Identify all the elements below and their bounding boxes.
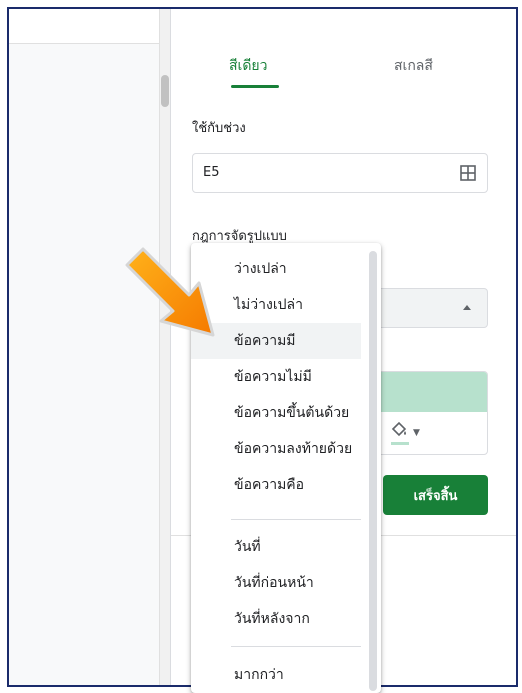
range-value: E5 — [203, 165, 220, 180]
menu-item-text-ends-with[interactable]: ข้อความลงท้ายด้วย — [191, 431, 361, 467]
fill-color-indicator — [391, 442, 409, 445]
menu-scrollbar[interactable] — [369, 251, 377, 691]
caret-up-icon — [463, 305, 471, 310]
menu-item-text-not-contains[interactable]: ข้อความไม่มี — [191, 359, 361, 395]
menu-separator — [231, 646, 361, 647]
active-tab-indicator — [231, 85, 279, 88]
sheet-toolbar — [9, 9, 169, 44]
menu-item-date-is[interactable]: วันที่ — [191, 529, 361, 565]
fill-dropdown-icon[interactable]: ▼ — [413, 428, 420, 438]
orange-arrow-icon — [125, 247, 215, 337]
window-frame: สีเดียว สเกลสี ใช้กับช่วง E5 กฎการจัดรูป… — [7, 7, 518, 693]
range-label: ใช้กับช่วง — [192, 121, 246, 136]
grid-icon[interactable] — [459, 164, 477, 182]
spreadsheet-area — [9, 9, 172, 685]
range-input[interactable]: E5 — [192, 153, 488, 193]
sheet-scroll-thumb[interactable] — [161, 75, 169, 107]
done-button[interactable]: เสร็จสิ้น — [383, 475, 488, 515]
paint-bucket-icon[interactable] — [389, 420, 409, 440]
tab-single-color[interactable]: สีเดียว — [229, 55, 268, 77]
menu-separator — [231, 519, 361, 520]
menu-item-text-starts-with[interactable]: ข้อความขึ้นต้นด้วย — [191, 395, 361, 431]
menu-item-greater-than[interactable]: มากกว่า — [191, 657, 361, 693]
menu-item-date-before[interactable]: วันที่ก่อนหน้า — [191, 565, 361, 601]
menu-item-text-is[interactable]: ข้อความคือ — [191, 467, 361, 503]
menu-item-date-after[interactable]: วันที่หลังจาก — [191, 601, 361, 637]
tab-color-scale[interactable]: สเกลสี — [394, 55, 433, 77]
